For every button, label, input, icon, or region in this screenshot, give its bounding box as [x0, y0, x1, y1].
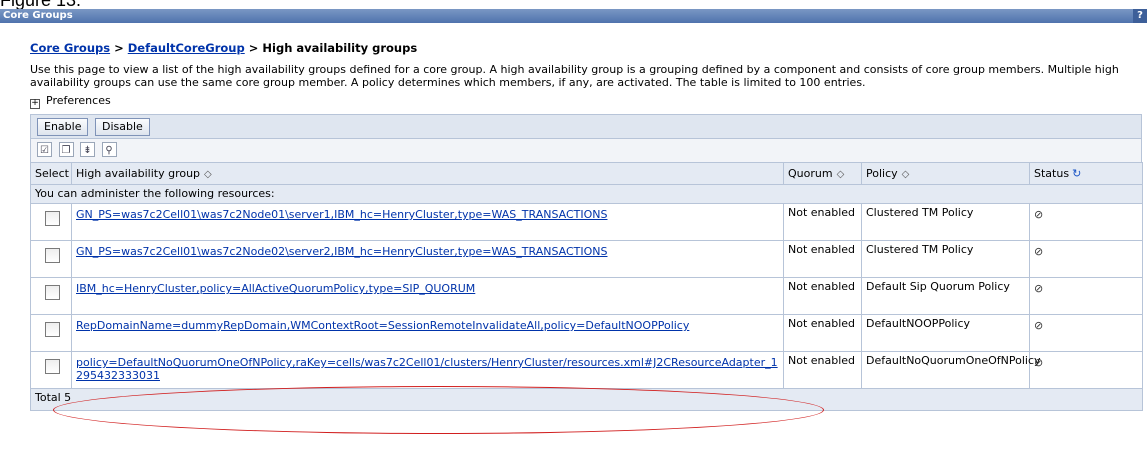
quorum-cell: Not enabled	[783, 203, 862, 241]
row-checkbox[interactable]	[45, 285, 60, 300]
status-ok-icon: ⊘	[1029, 314, 1143, 352]
deselect-all-icon[interactable]: ❐	[58, 142, 74, 157]
sort-icon[interactable]: ◇	[837, 169, 845, 180]
table-row: RepDomainName=dummyRepDomain,WMContextRo…	[30, 314, 1143, 352]
help-icon[interactable]: ?	[1133, 9, 1147, 23]
column-header-select: Select	[30, 162, 72, 185]
main-content: Core Groups > DefaultCoreGroup > High av…	[30, 41, 1143, 411]
policy-cell: DefaultNoQuorumOneOfNPolicy	[861, 351, 1041, 389]
column-header-quorum[interactable]: Quorum ◇	[783, 162, 862, 185]
figure-caption: Figure 13.	[0, 0, 82, 10]
disable-button[interactable]: Disable	[94, 118, 150, 136]
table-icon-bar: ☑ ❐ ⇟ ⚲	[30, 138, 1142, 162]
breadcrumb-default-core-group-link[interactable]: DefaultCoreGroup	[128, 41, 245, 55]
row-checkbox[interactable]	[45, 248, 60, 263]
status-ok-icon: ⊘	[1029, 277, 1143, 315]
policy-cell: Default Sip Quorum Policy	[861, 277, 1030, 315]
ha-group-link[interactable]: IBM_hc=HenryCluster,policy=AllActiveQuor…	[76, 282, 779, 295]
ha-group-link[interactable]: GN_PS=was7c2Cell01\was7c2Node02\server2,…	[76, 245, 779, 258]
ha-group-link[interactable]: GN_PS=was7c2Cell01\was7c2Node01\server1,…	[76, 208, 779, 221]
ha-group-link[interactable]: policy=DefaultNoQuorumOneOfNPolicy,raKey…	[76, 356, 779, 382]
quorum-cell: Not enabled	[783, 240, 862, 278]
quorum-cell: Not enabled	[783, 314, 862, 352]
quorum-cell: Not enabled	[783, 277, 862, 315]
expand-icon[interactable]: +	[30, 99, 40, 109]
show-filter-icon[interactable]: ⇟	[80, 142, 95, 157]
breadcrumb: Core Groups > DefaultCoreGroup > High av…	[30, 41, 1142, 57]
row-checkbox[interactable]	[45, 359, 60, 374]
table-total: Total 5	[30, 388, 1143, 411]
breadcrumb-separator: >	[244, 41, 263, 55]
button-bar: Enable Disable	[30, 114, 1142, 138]
enable-button[interactable]: Enable	[37, 118, 89, 136]
table-row: IBM_hc=HenryCluster,policy=AllActiveQuor…	[30, 277, 1143, 315]
breadcrumb-current: High availability groups	[262, 41, 418, 55]
status-ok-icon: ⊘	[1029, 351, 1143, 389]
status-ok-icon: ⊘	[1029, 240, 1143, 278]
table-row: GN_PS=was7c2Cell01\was7c2Node02\server2,…	[30, 240, 1143, 278]
quorum-cell: Not enabled	[783, 351, 862, 389]
page-description: Use this page to view a list of the high…	[30, 63, 1119, 89]
policy-cell: DefaultNOOPPolicy	[861, 314, 1030, 352]
table-row: policy=DefaultNoQuorumOneOfNPolicy,raKey…	[30, 351, 1143, 389]
window-title: Core Groups	[3, 10, 73, 21]
table-info: You can administer the following resourc…	[30, 184, 1143, 204]
sort-icon[interactable]: ◇	[902, 169, 910, 180]
policy-cell: Clustered TM Policy	[861, 203, 1030, 241]
status-ok-icon: ⊘	[1029, 203, 1143, 241]
column-header-policy[interactable]: Policy ◇	[861, 162, 1030, 185]
table-info-row: You can administer the following resourc…	[30, 184, 1143, 204]
sort-icon[interactable]: ◇	[204, 169, 212, 180]
table-row: GN_PS=was7c2Cell01\was7c2Node01\server1,…	[30, 203, 1143, 241]
preferences-label: Preferences	[46, 94, 111, 107]
policy-cell: Clustered TM Policy	[861, 240, 1030, 278]
clear-filter-icon[interactable]: ⚲	[101, 142, 117, 157]
row-checkbox[interactable]	[45, 211, 60, 226]
column-header-group[interactable]: High availability group ◇	[71, 162, 784, 185]
row-checkbox[interactable]	[45, 322, 60, 337]
ha-groups-table: Select High availability group ◇ Quorum ◇ …	[30, 162, 1143, 411]
ha-group-link[interactable]: RepDomainName=dummyRepDomain,WMContextRo…	[76, 319, 779, 332]
breadcrumb-separator: >	[110, 41, 128, 55]
preferences-toggle[interactable]: + Preferences	[30, 94, 1142, 109]
table-header-row: Select High availability group ◇ Quorum ◇ …	[30, 162, 1143, 185]
select-all-icon[interactable]: ☑	[37, 142, 52, 157]
breadcrumb-core-groups-link[interactable]: Core Groups	[30, 41, 110, 55]
column-header-status: Status ↻	[1029, 162, 1143, 185]
refresh-icon[interactable]: ↻	[1072, 167, 1081, 180]
table-total-row: Total 5	[30, 388, 1143, 411]
window-title-bar: Core Groups ?	[0, 9, 1147, 23]
